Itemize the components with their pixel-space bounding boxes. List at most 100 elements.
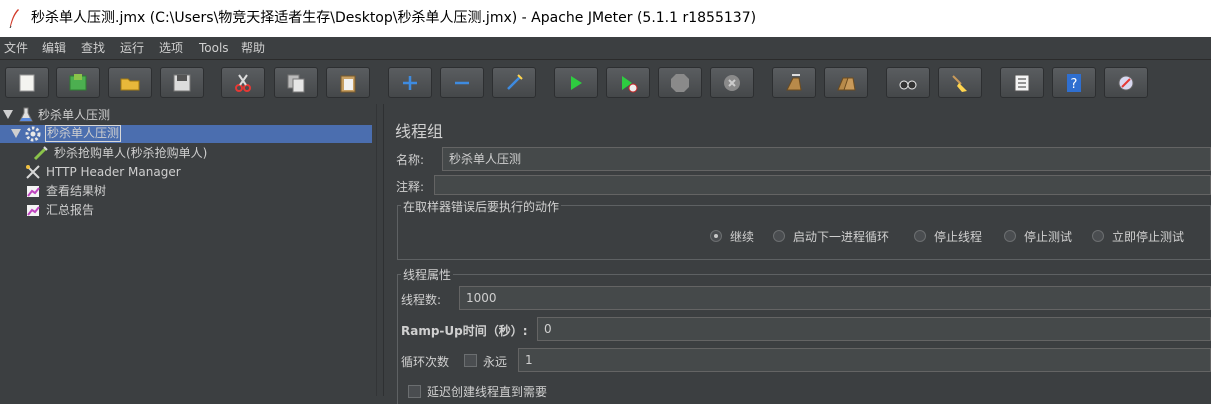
tree-node-http-sampler[interactable]: 秒杀抢购单人(秒杀抢购单人) — [0, 144, 376, 162]
save-button[interactable] — [160, 67, 204, 98]
menu-tools[interactable]: Tools — [199, 40, 229, 56]
radio-stop-test-label: 停止测试 — [1024, 230, 1073, 244]
expand-plus-icon — [403, 75, 417, 90]
help-button[interactable]: ? — [1052, 67, 1096, 98]
loop-count-input[interactable]: 1 — [518, 348, 1211, 372]
collapse-minus-icon — [455, 81, 469, 84]
clear-icon — [786, 73, 802, 90]
name-label: 名称: — [396, 153, 425, 167]
tree-label-results-tree: 查看结果树 — [46, 184, 107, 198]
comment-field[interactable] — [434, 175, 1211, 195]
config-wrench-icon — [26, 165, 40, 179]
delay-thread-creation-checkbox[interactable] — [408, 385, 421, 398]
menu-options[interactable]: 选项 — [159, 40, 183, 56]
tree-node-thread-group[interactable]: 秒杀单人压测 — [0, 125, 372, 143]
clear-button[interactable] — [772, 67, 816, 98]
tree-label-thread-group: 秒杀单人压测 — [45, 125, 122, 142]
function-helper-button[interactable] — [1000, 67, 1044, 98]
jmeter-feather-icon — [9, 9, 19, 28]
help-icon: ? — [1067, 73, 1081, 92]
cut-button[interactable] — [221, 67, 265, 98]
templates-button[interactable] — [56, 67, 100, 98]
sampler-error-action-title: 在取样器错误后要执行的动作 — [401, 198, 562, 215]
start-no-pause-button[interactable] — [606, 67, 650, 98]
start-button[interactable] — [554, 67, 598, 98]
radio-stop-thread[interactable] — [914, 230, 926, 242]
reset-search-button[interactable] — [938, 67, 982, 98]
panel-heading: 线程组 — [395, 122, 444, 141]
loop-count-label: 循环次数 — [401, 355, 450, 369]
open-icon — [120, 78, 140, 90]
start-no-pause-icon — [622, 75, 638, 92]
tree-node-summary-report[interactable]: 汇总报告 — [0, 201, 376, 219]
thread-properties-title: 线程属性 — [401, 266, 454, 283]
start-icon — [571, 75, 582, 90]
search-button[interactable] — [886, 67, 930, 98]
svg-text:?: ? — [1071, 77, 1078, 92]
radio-continue[interactable] — [710, 230, 722, 242]
tree-label-header-manager: HTTP Header Manager — [46, 165, 181, 179]
tree-node-test-plan[interactable]: 秒杀单人压测 — [0, 106, 376, 124]
forever-checkbox[interactable] — [464, 354, 477, 367]
menu-file[interactable]: 文件 — [4, 40, 28, 56]
radio-continue-label: 继续 — [730, 230, 755, 244]
tree-label-sampler: 秒杀抢购单人(秒杀抢购单人) — [54, 146, 208, 160]
delay-thread-creation-label: 延迟创建线程直到需要 — [427, 385, 548, 399]
threads-input[interactable]: 1000 — [459, 286, 1211, 310]
test-plan-tree: 秒杀单人压测 秒杀单人压测 秒杀抢购单人(秒杀抢购单人) HTTP Header… — [0, 104, 376, 396]
thread-group-panel: 线程组 名称: 秒杀单人压测 注释: 在取样器错误后要执行的动作 继续 启动下一… — [384, 104, 1211, 404]
rampup-label: Ramp-Up时间（秒）: — [401, 324, 528, 338]
radio-start-next-loop-label: 启动下一进程循环 — [793, 230, 890, 244]
threads-label: 线程数: — [401, 293, 442, 307]
new-button[interactable] — [5, 67, 49, 98]
tree-node-header-manager[interactable]: HTTP Header Manager — [0, 163, 376, 181]
radio-stop-thread-label: 停止线程 — [934, 230, 983, 244]
collapse-all-button[interactable] — [440, 67, 484, 98]
comment-label: 注释: — [396, 180, 425, 194]
copy-icon — [287, 74, 305, 92]
shutdown-button[interactable] — [710, 67, 754, 98]
new-icon — [19, 74, 35, 91]
open-button[interactable] — [108, 67, 152, 98]
radio-stop-test-now-label: 立即停止测试 — [1112, 230, 1185, 244]
clear-all-button[interactable] — [824, 67, 868, 98]
menu-bar: 文件 编辑 查找 运行 选项 Tools 帮助 — [0, 37, 1211, 60]
stop-icon — [671, 73, 689, 92]
forever-label: 永远 — [483, 355, 508, 369]
window-title-bar: 秒杀单人压测.jmx (C:\Users\物竞天择适者生存\Desktop\秒杀… — [0, 0, 1211, 37]
toggle-wand-icon — [507, 73, 523, 90]
cut-icon — [235, 73, 251, 92]
remote-icon — [1118, 75, 1134, 90]
expand-all-button[interactable] — [388, 67, 432, 98]
save-icon — [173, 74, 191, 91]
menu-run[interactable]: 运行 — [120, 40, 144, 56]
clear-all-icon — [837, 77, 856, 90]
radio-stop-test[interactable] — [1004, 230, 1016, 242]
expand-arrow-icon[interactable] — [11, 129, 21, 138]
sampler-pipette-icon — [33, 146, 48, 161]
search-binoculars-icon — [899, 80, 917, 89]
toggle-button[interactable] — [492, 67, 536, 98]
menu-edit[interactable]: 编辑 — [42, 40, 66, 56]
thread-group-gear-icon — [25, 126, 41, 142]
remote-button[interactable] — [1104, 67, 1148, 98]
function-helper-icon — [1014, 74, 1030, 91]
toolbar: ? — [0, 60, 1211, 104]
expand-arrow-icon[interactable] — [3, 110, 13, 119]
split-pane-divider[interactable] — [376, 104, 384, 396]
radio-stop-test-now[interactable] — [1092, 230, 1104, 242]
rampup-input[interactable]: 0 — [537, 317, 1211, 341]
radio-start-next-loop[interactable] — [773, 230, 785, 242]
menu-help[interactable]: 帮助 — [241, 40, 265, 56]
test-plan-flask-icon — [19, 107, 33, 122]
shutdown-icon — [724, 74, 740, 91]
paste-icon — [340, 75, 356, 92]
reset-search-broom-icon — [952, 74, 967, 92]
menu-search[interactable]: 查找 — [81, 40, 105, 56]
stop-button[interactable] — [658, 67, 702, 98]
tree-node-results-tree[interactable]: 查看结果树 — [0, 182, 376, 200]
name-field[interactable]: 秒杀单人压测 — [442, 147, 1211, 171]
tree-label-summary-report: 汇总报告 — [46, 203, 95, 217]
copy-button[interactable] — [274, 67, 318, 98]
paste-button[interactable] — [326, 67, 370, 98]
